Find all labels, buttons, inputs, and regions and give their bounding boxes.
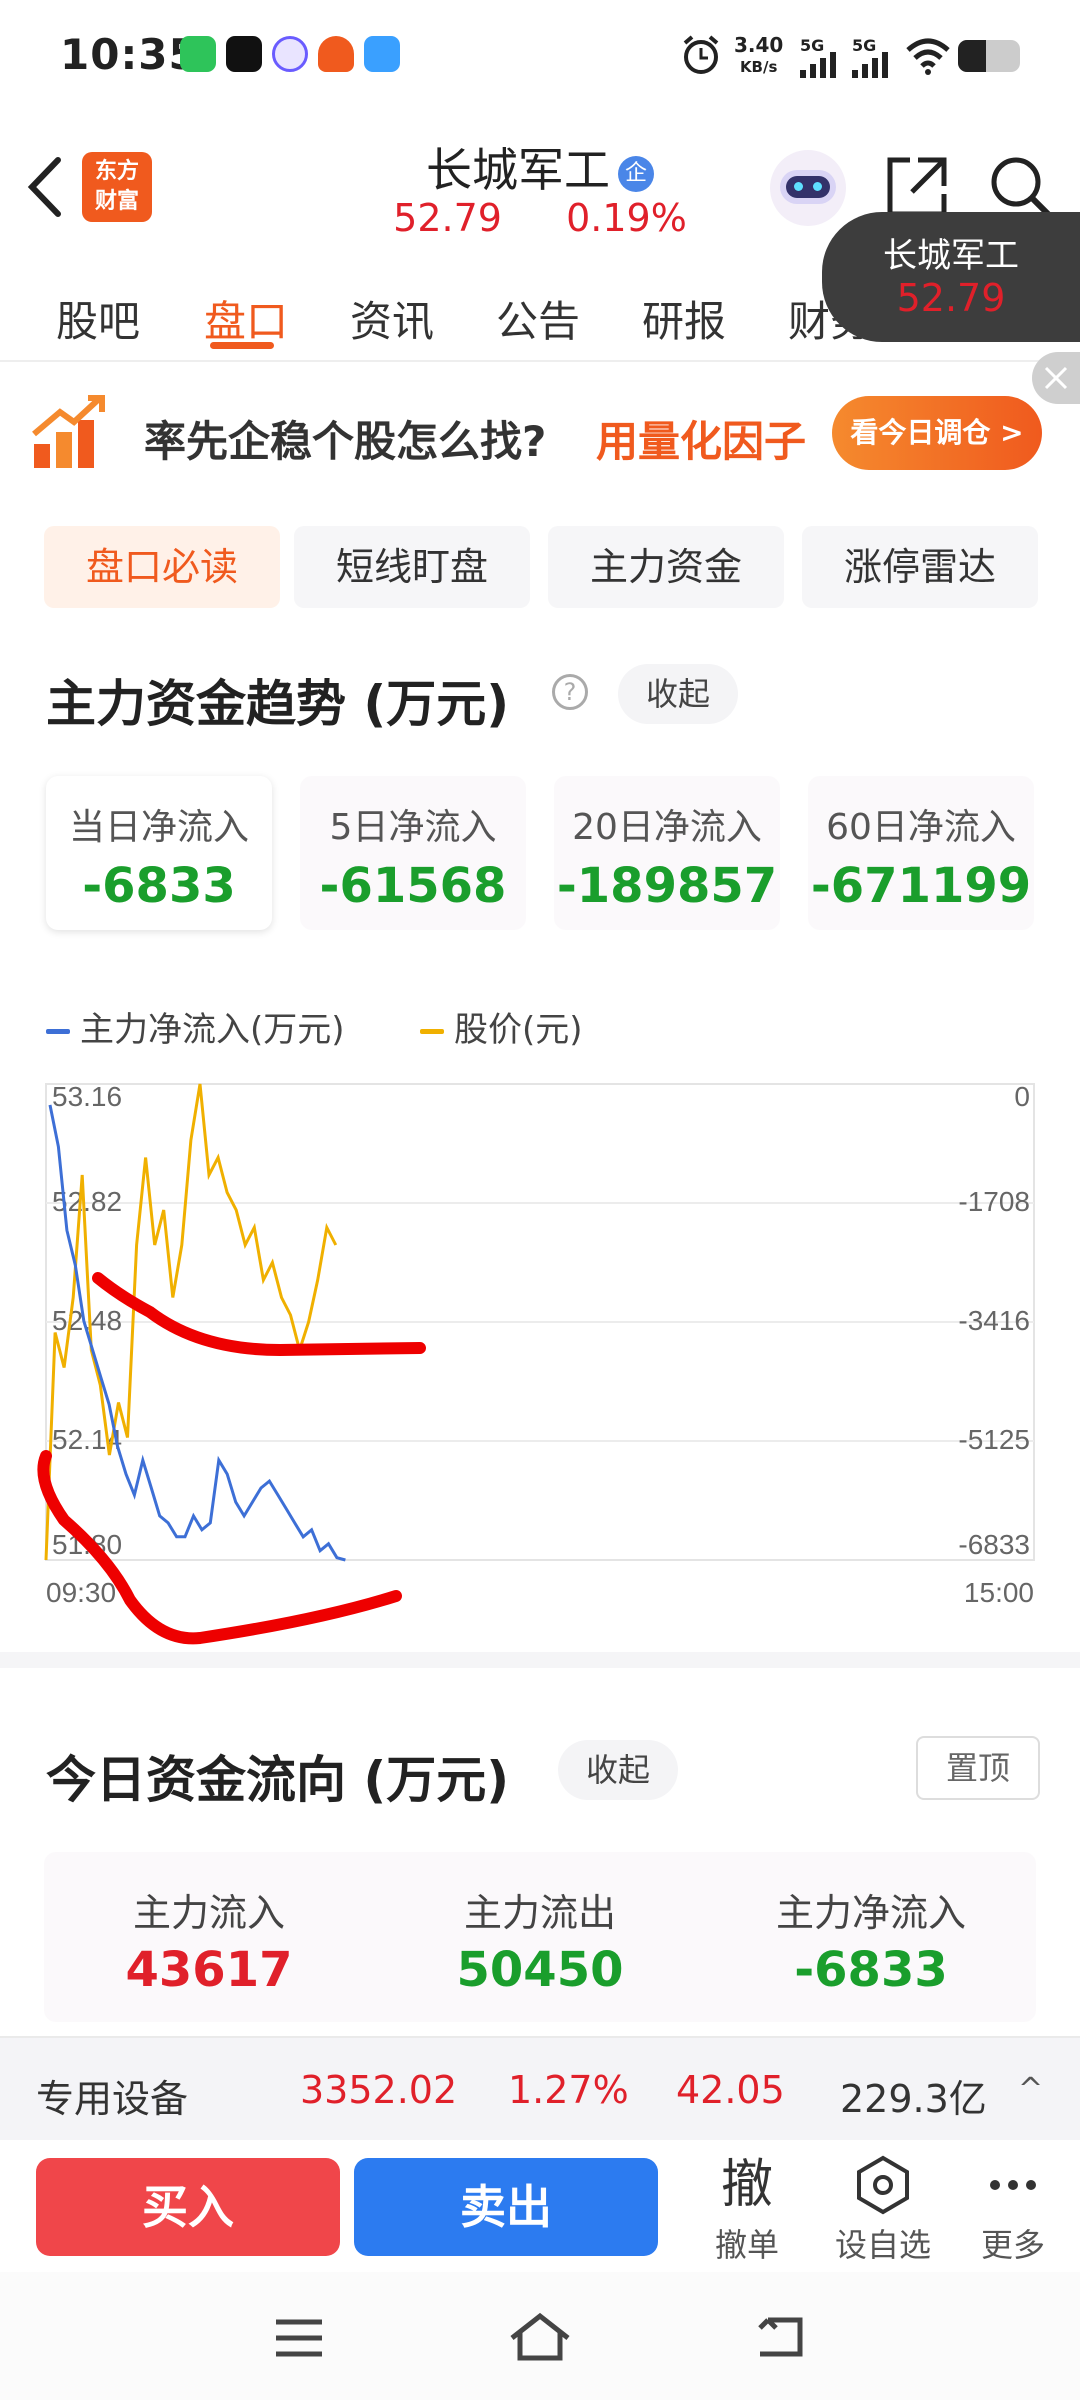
enterprise-badge: 企 (618, 155, 654, 192)
tab-guba[interactable]: 股吧 (56, 288, 140, 349)
signal-icon-2 (852, 52, 888, 78)
app-notification-icon-3 (364, 36, 400, 72)
card-60day-net-inflow[interactable]: 60日净流入 -671199 (808, 776, 1034, 930)
right-axis-tick: -6833 (958, 1529, 1030, 1560)
sector-amount: 229.3亿 (840, 2077, 987, 2121)
wechat-icon (180, 36, 216, 72)
sell-button[interactable]: 卖出 (354, 2158, 658, 2256)
legend-price-swatch (420, 1029, 444, 1034)
annotation-stroke-upper (92, 1272, 426, 1357)
subtab-short-term[interactable]: 短线盯盘 (294, 526, 530, 608)
card-20day-net-inflow[interactable]: 20日净流入 -189857 (554, 776, 780, 930)
x-axis-tick-end: 15:00 (964, 1577, 1034, 1608)
sector-index: 3352.02 (300, 2068, 458, 2112)
close-banner-button[interactable] (1032, 352, 1080, 404)
sector-name: 专用设备 (36, 2077, 189, 2121)
subtab-must-read[interactable]: 盘口必读 (44, 526, 280, 608)
help-icon[interactable]: ? (552, 674, 588, 710)
status-bar: 10:35 3.40 KB/s 5G 5G (0, 0, 1080, 110)
fund-flow-chart[interactable]: 53.1652.8252.4852.1451.800-1708-3416-512… (0, 1060, 1080, 1660)
card-5day-net-inflow[interactable]: 5日净流入 -61568 (300, 776, 526, 930)
x-axis-tick-start: 09:30 (46, 1577, 116, 1608)
banner-highlight: 用量化因子 (596, 417, 807, 466)
floating-quote[interactable]: 长城军工 52.79 (822, 212, 1080, 342)
left-axis-tick: 53.16 (52, 1081, 122, 1112)
annotation-stroke-lower (37, 1450, 402, 1645)
tab-news[interactable]: 资讯 (350, 288, 434, 349)
legend-price: 股价(元) (420, 1002, 583, 1051)
legend-flow: 主力净流入(万元) (46, 1002, 345, 1051)
more-icon (958, 2154, 1068, 2216)
legend-flow-swatch (46, 1029, 70, 1034)
more-button[interactable]: 更多 (958, 2154, 1068, 2266)
right-axis-tick: -3416 (958, 1305, 1030, 1336)
tab-pankou[interactable]: 盘口 (204, 288, 288, 349)
close-icon (1044, 366, 1068, 390)
alarm-icon (683, 35, 719, 74)
cancel-order-icon: 撤 (720, 2155, 773, 2215)
tiktok-icon (226, 36, 262, 72)
flow-title: 今日资金流向 (万元) (46, 1751, 510, 1809)
right-axis-tick: 0 (1014, 1081, 1030, 1112)
cancel-order-button[interactable]: 撤 撤单 (692, 2154, 802, 2266)
net-speed: 3.40 KB/s (734, 33, 784, 76)
signal-icon (800, 52, 836, 78)
home-icon[interactable] (508, 2312, 572, 2362)
sector-pct: 1.27% (508, 2068, 629, 2112)
flow-summary: 主力流入 43617 主力流出 50450 主力净流入 -6833 (44, 1852, 1036, 2022)
sector-change: 42.05 (676, 2068, 785, 2112)
flow-collapse-button[interactable]: 收起 (558, 1740, 678, 1800)
robot-assistant-icon[interactable] (770, 150, 846, 226)
battery-icon (958, 40, 1020, 72)
right-axis-tick: -5125 (958, 1424, 1030, 1455)
app-notification-icon (272, 36, 308, 72)
banner-text: 率先企稳个股怎么找? (144, 417, 547, 466)
system-nav-bar (0, 2272, 1080, 2400)
sector-quote-bar[interactable]: 专用设备 3352.02 1.27% 42.05 229.3亿 ^ (0, 2036, 1080, 2142)
subtab-limit-up-radar[interactable]: 涨停雷达 (802, 526, 1038, 608)
back-nav-icon[interactable] (754, 2314, 806, 2360)
stock-price: 52.79 (393, 196, 502, 240)
tab-announcements[interactable]: 公告 (496, 288, 580, 349)
wifi-icon (906, 38, 950, 75)
status-time: 10:35 (60, 30, 199, 79)
chart-growth-icon (32, 395, 105, 468)
stock-change-pct: 0.19% (566, 196, 687, 240)
trade-action-bar: 买入 卖出 撤 撤单 设自选 更多 (0, 2140, 1080, 2272)
card-today-net-inflow[interactable]: 当日净流入 -6833 (46, 776, 272, 930)
watchlist-icon (828, 2154, 938, 2216)
app-notification-icon-2 (318, 36, 354, 72)
chevron-up-icon[interactable]: ^ (1018, 2072, 1043, 2107)
promo-banner[interactable]: 率先企稳个股怎么找? 用量化因子 看今日调仓 > (0, 360, 1080, 510)
subtab-main-funds[interactable]: 主力资金 (548, 526, 784, 608)
pin-top-button[interactable]: 置顶 (916, 1736, 1040, 1800)
buy-button[interactable]: 买入 (36, 2158, 340, 2256)
menu-icon[interactable] (274, 2318, 324, 2358)
search-icon[interactable] (988, 154, 1054, 220)
share-icon[interactable] (884, 154, 950, 220)
tab-research[interactable]: 研报 (642, 288, 726, 349)
add-watchlist-button[interactable]: 设自选 (828, 2154, 938, 2266)
trend-collapse-button[interactable]: 收起 (618, 664, 738, 724)
active-tab-indicator (210, 342, 274, 349)
banner-button[interactable]: 看今日调仓 > (832, 396, 1042, 470)
section-separator (0, 1652, 1080, 1668)
trend-title: 主力资金趋势 (万元) (46, 675, 510, 733)
right-axis-tick: -1708 (958, 1186, 1030, 1217)
